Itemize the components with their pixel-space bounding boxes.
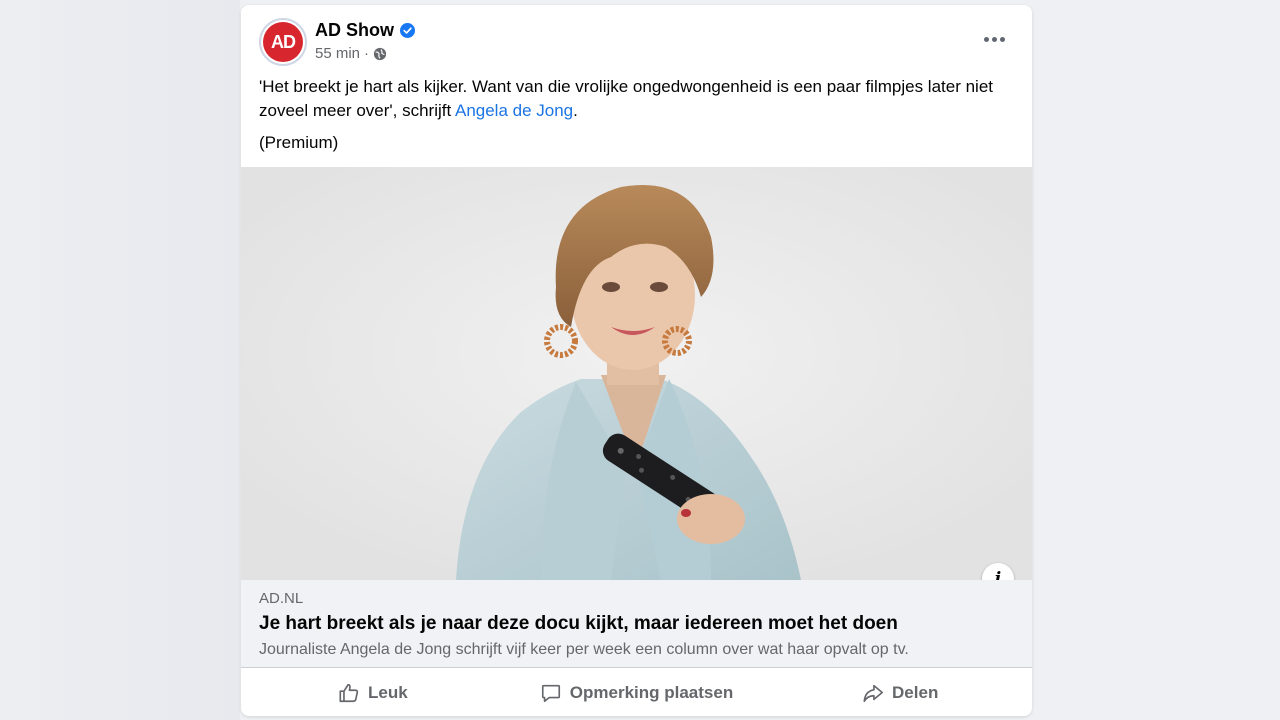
post-header: AD AD Show 55 min · <box>241 5 1032 71</box>
verified-badge-icon <box>400 23 415 38</box>
post-period: . <box>573 101 578 120</box>
comment-label: Opmerking plaatsen <box>569 682 734 702</box>
post-quote: 'Het breekt je hart als kijker. Want van… <box>259 77 994 120</box>
post-card: AD AD Show 55 min · 'Het breekt je hart … <box>241 5 1032 716</box>
thumbs-up-icon <box>339 683 359 702</box>
post-time[interactable]: 55 min <box>315 45 360 62</box>
page-background <box>0 0 240 720</box>
globe-icon <box>373 47 387 60</box>
post-meta: 55 min · <box>315 45 387 62</box>
link-preview[interactable]: AD.NL Je hart breekt als je naar deze do… <box>241 580 1032 668</box>
share-icon <box>863 684 884 702</box>
link-domain: AD.NL <box>259 590 304 607</box>
author-link[interactable]: Angela de Jong <box>455 101 573 120</box>
page-name[interactable]: AD Show <box>315 20 394 41</box>
share-label: Delen <box>892 682 939 702</box>
share-button[interactable]: Delen <box>768 669 1032 716</box>
more-options-button[interactable] <box>976 27 1012 51</box>
like-label: Leuk <box>367 682 408 702</box>
premium-label: (Premium) <box>259 133 339 152</box>
woman-with-remote-photo <box>241 167 1032 580</box>
more-options-icon <box>983 36 989 42</box>
meta-separator: · <box>364 45 370 62</box>
link-description: Journaliste Angela de Jong schrijft vijf… <box>259 641 909 658</box>
link-title: Je hart breekt als je naar deze docu kij… <box>259 613 898 634</box>
page-name-row: AD Show <box>315 20 415 41</box>
post-actions: Leuk Opmerking plaatsen Delen <box>241 669 1032 716</box>
ad-logo: AD <box>263 22 303 62</box>
page-avatar[interactable]: AD <box>259 18 307 66</box>
comment-button[interactable]: Opmerking plaatsen <box>505 669 769 716</box>
post-text: 'Het breekt je hart als kijker. Want van… <box>241 71 1011 155</box>
post-image[interactable] <box>241 167 1032 580</box>
like-button[interactable]: Leuk <box>241 669 505 716</box>
comment-icon <box>541 684 560 702</box>
post-body: 'Het breekt je hart als kijker. Want van… <box>259 75 993 123</box>
